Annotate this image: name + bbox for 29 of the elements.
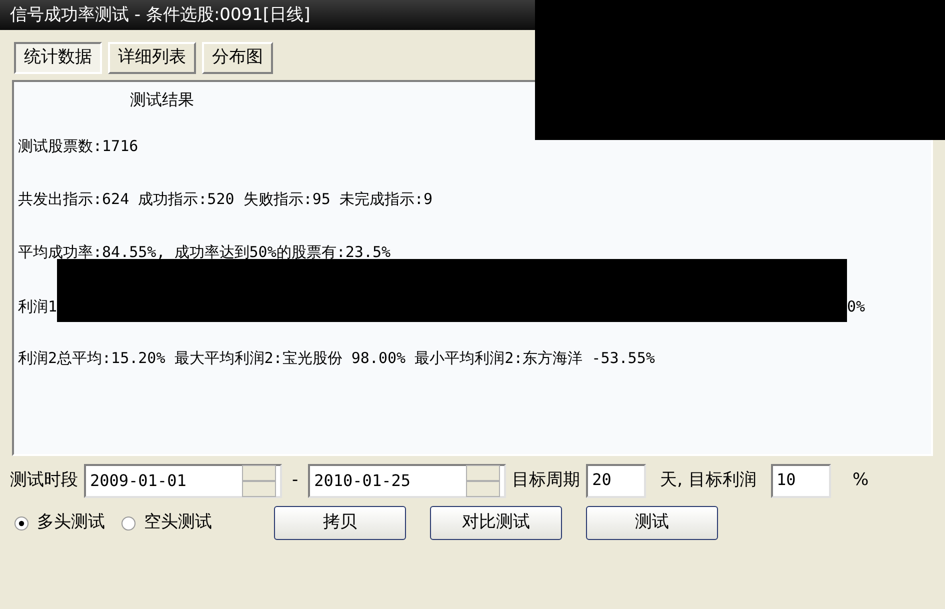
unit-label: 天, [660, 469, 683, 492]
action-button[interactable]: 对比测试 [430, 506, 562, 540]
action-button[interactable]: 测试 [586, 506, 718, 540]
radio-label[interactable]: 空头测试 [144, 510, 212, 536]
tab[interactable]: 统计数据 [14, 42, 102, 74]
spinner-icon[interactable] [466, 465, 500, 497]
period-label: 测试时段 [10, 469, 78, 492]
result-line: 平均成功率:84.55%, 成功率达到50%的股票有:23.5% [18, 243, 391, 261]
radio-button[interactable] [14, 516, 29, 530]
percent-label: % [852, 469, 869, 492]
period-field[interactable]: 20 [586, 464, 646, 498]
result-line: 共发出指示:624 成功指示:520 失败指示:95 未完成指示:9 [18, 190, 432, 208]
radio-label[interactable]: 多头测试 [37, 510, 105, 536]
profit-field[interactable]: 10 [770, 464, 831, 498]
action-button[interactable]: 拷贝 [274, 506, 406, 540]
target-profit-label: 目标利润 [688, 469, 757, 492]
result-line: 利润2总平均:15.20% 最大平均利润2:宝光股份 98.00% 最小平均利润2:东方海洋 -53.55% [18, 349, 655, 367]
tab[interactable]: 详细列表 [108, 42, 196, 74]
result-line: 测试股票数:1716 [18, 137, 138, 155]
target-period-label: 目标周期 [512, 469, 580, 492]
date-field[interactable]: 2010-01-25 [308, 464, 506, 498]
date-field[interactable]: 2009-01-01 [84, 464, 282, 498]
results-heading: 测试结果 [130, 90, 194, 109]
spinner-icon[interactable] [242, 465, 276, 497]
radio-button[interactable] [121, 516, 136, 530]
range-separator: - [292, 469, 298, 492]
result-line: 利润1 [18, 298, 58, 316]
tab[interactable]: 分布图 [202, 42, 273, 74]
result-line: 0% [847, 298, 866, 316]
